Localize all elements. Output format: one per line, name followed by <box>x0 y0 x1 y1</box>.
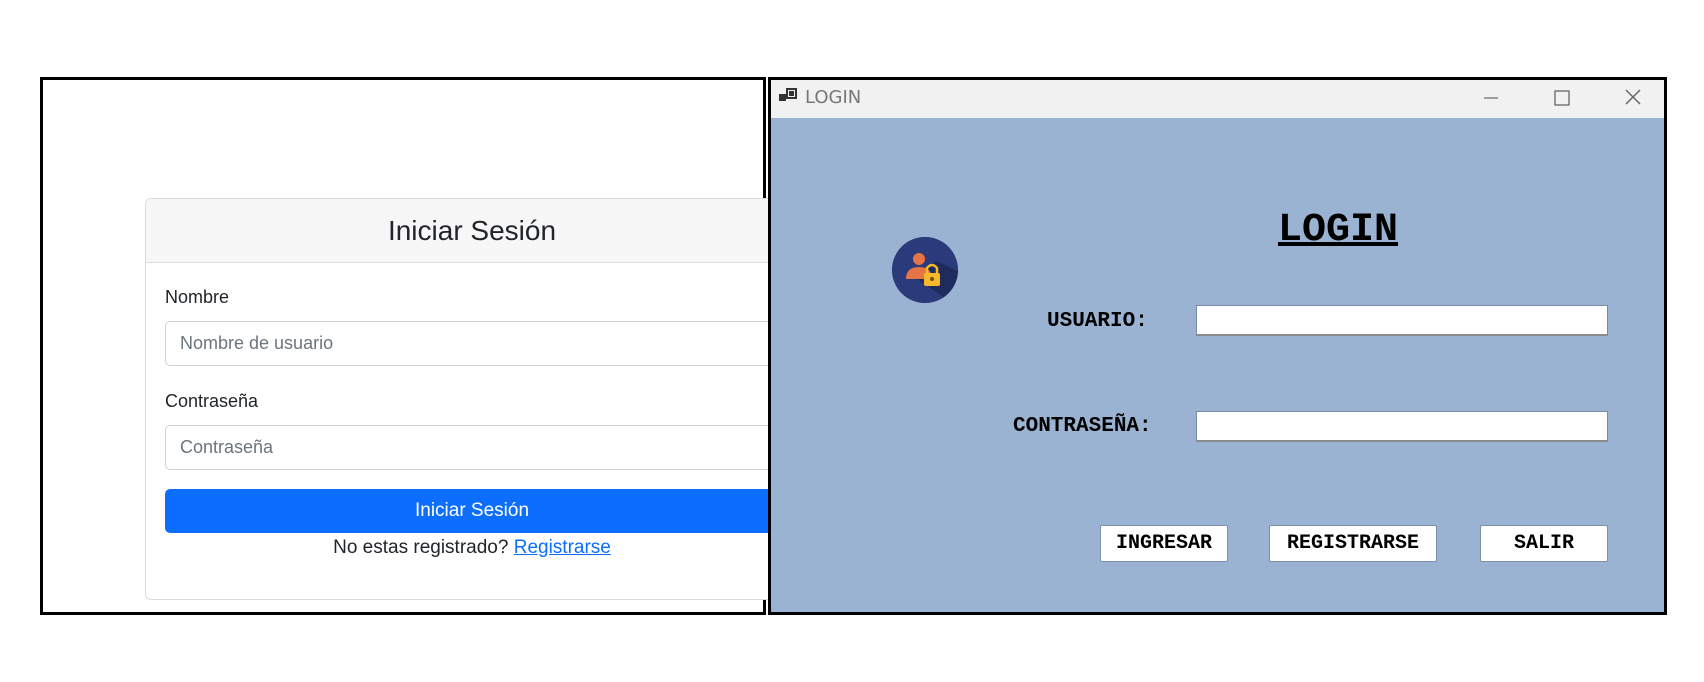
register-prompt: No estas registrado? <box>333 537 509 558</box>
password-label-desktop: CONTRASEÑA: <box>1013 415 1152 438</box>
window-title: LOGIN <box>805 87 862 108</box>
register-link[interactable]: Registrarse <box>514 537 611 558</box>
user-lock-icon <box>892 237 958 303</box>
user-input[interactable] <box>1196 305 1608 336</box>
ingresar-button[interactable]: INGRESAR <box>1100 525 1228 562</box>
minimize-icon[interactable] <box>1476 84 1506 112</box>
card-header: Iniciar Sesión <box>146 199 798 263</box>
password-label: Contraseña <box>165 391 259 411</box>
name-label: Nombre <box>165 287 230 307</box>
password-input[interactable] <box>165 425 779 470</box>
username-input[interactable] <box>165 321 779 366</box>
register-prompt-line: No estas registrado? Registrarse <box>146 537 798 559</box>
close-icon[interactable] <box>1618 84 1648 112</box>
desktop-login-window: LOGIN LOGIN USUARIO: CONTRASEÑA: INGRESA… <box>768 77 1667 615</box>
salir-button[interactable]: SALIR <box>1480 525 1608 562</box>
title-bar[interactable]: LOGIN <box>771 80 1664 118</box>
password-input-desktop[interactable] <box>1196 411 1608 442</box>
user-label: USUARIO: <box>1047 310 1148 333</box>
login-button[interactable]: Iniciar Sesión <box>165 489 779 533</box>
card-title: Iniciar Sesión <box>387 214 557 246</box>
login-card: Iniciar Sesión Nombre Contraseña Iniciar… <box>145 198 799 600</box>
registrarse-button[interactable]: REGISTRARSE <box>1269 525 1437 562</box>
login-heading: LOGIN <box>1278 208 1399 253</box>
web-login-panel: Iniciar Sesión Nombre Contraseña Iniciar… <box>40 77 799 615</box>
maximize-icon[interactable] <box>1547 84 1577 112</box>
app-window-icon <box>779 88 797 101</box>
